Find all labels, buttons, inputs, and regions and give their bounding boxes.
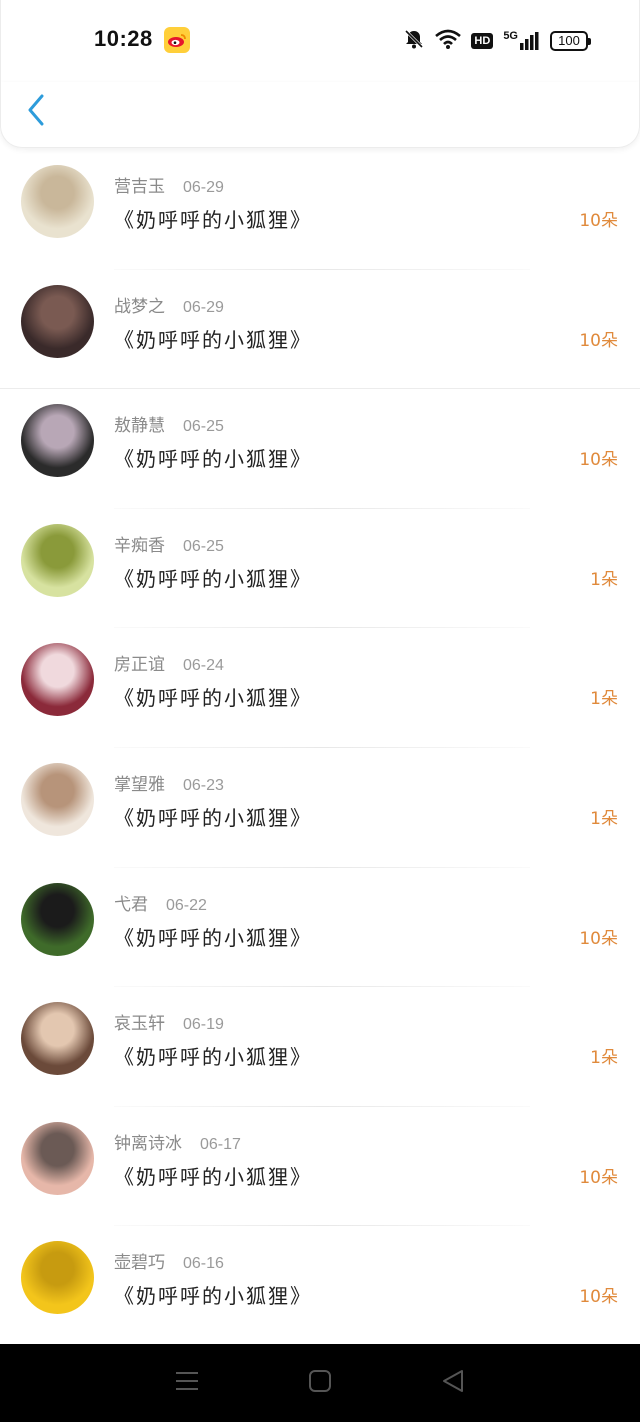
hd-badge: HD bbox=[471, 33, 494, 49]
gift-title: 《奶呼呼的小狐狸》 bbox=[114, 686, 312, 711]
name-date-line: 弋君 06-22 bbox=[114, 890, 207, 915]
list-item[interactable]: 钟离诗冰 06-17 《奶呼呼的小狐狸》 10朵 bbox=[0, 1107, 640, 1227]
page-header bbox=[0, 82, 640, 148]
name-date-line: 战梦之 06-29 bbox=[114, 292, 224, 317]
avatar[interactable] bbox=[21, 882, 94, 956]
back-button[interactable] bbox=[18, 92, 54, 132]
flower-count: 10朵 bbox=[579, 330, 618, 351]
gift-title: 《奶呼呼的小狐狸》 bbox=[114, 447, 312, 472]
user-name: 战梦之 bbox=[114, 296, 165, 317]
list-item[interactable]: 弋君 06-22 《奶呼呼的小狐狸》 10朵 bbox=[0, 868, 640, 988]
user-name: 房正谊 bbox=[114, 655, 165, 676]
gift-title: 《奶呼呼的小狐狸》 bbox=[114, 208, 312, 232]
name-date-line: 辛痴香 06-25 bbox=[114, 531, 224, 556]
battery-indicator: 100 bbox=[550, 31, 591, 51]
flower-count: 1朵 bbox=[590, 569, 618, 590]
avatar[interactable] bbox=[21, 404, 94, 478]
gift-date: 06-17 bbox=[200, 1135, 241, 1153]
user-name: 钟离诗冰 bbox=[114, 1133, 182, 1154]
gift-title: 《奶呼呼的小狐狸》 bbox=[114, 566, 312, 591]
gift-date: 06-16 bbox=[183, 1255, 224, 1273]
list-item[interactable]: 哀玉轩 06-19 《奶呼呼的小狐狸》 1朵 bbox=[0, 987, 640, 1107]
name-date-line: 营吉玉 06-29 bbox=[114, 172, 224, 197]
user-name: 掌望雅 bbox=[114, 774, 165, 795]
weibo-icon bbox=[164, 27, 190, 53]
gift-title: 《奶呼呼的小狐狸》 bbox=[114, 1045, 312, 1070]
gift-title: 《奶呼呼的小狐狸》 bbox=[114, 327, 312, 352]
user-name: 敖静慧 bbox=[114, 416, 165, 437]
flower-count: 10朵 bbox=[579, 1167, 618, 1188]
gift-date: 06-23 bbox=[183, 776, 224, 794]
name-date-line: 房正谊 06-24 bbox=[114, 650, 224, 675]
wifi-icon bbox=[435, 29, 462, 53]
avatar[interactable] bbox=[21, 643, 94, 717]
gift-date: 06-19 bbox=[183, 1016, 224, 1034]
status-time: 10:28 bbox=[94, 26, 153, 51]
list-item[interactable]: 掌望雅 06-23 《奶呼呼的小狐狸》 1朵 bbox=[0, 748, 640, 868]
flower-count: 10朵 bbox=[579, 211, 618, 231]
name-date-line: 掌望雅 06-23 bbox=[114, 770, 224, 795]
avatar[interactable] bbox=[21, 762, 94, 836]
list-item[interactable]: 房正谊 06-24 《奶呼呼的小狐狸》 1朵 bbox=[0, 628, 640, 748]
avatar[interactable] bbox=[21, 165, 94, 238]
name-date-line: 敖静慧 06-25 bbox=[114, 411, 224, 436]
user-name: 壶碧巧 bbox=[114, 1253, 165, 1274]
avatar[interactable] bbox=[21, 284, 94, 358]
list-item[interactable]: 辛痴香 06-25 《奶呼呼的小狐狸》 1朵 bbox=[0, 509, 640, 629]
list-item[interactable]: 营吉玉 06-29 《奶呼呼的小狐狸》 10朵 bbox=[0, 150, 640, 270]
name-date-line: 哀玉轩 06-19 bbox=[114, 1009, 224, 1034]
gift-date: 06-25 bbox=[183, 537, 224, 555]
flower-count: 10朵 bbox=[579, 928, 618, 949]
gift-date: 06-29 bbox=[183, 298, 224, 316]
back-triangle-icon[interactable] bbox=[440, 1369, 466, 1397]
flower-count: 1朵 bbox=[590, 808, 618, 829]
gift-title: 《奶呼呼的小狐狸》 bbox=[114, 1164, 312, 1189]
gift-date: 06-25 bbox=[183, 418, 224, 436]
gift-date: 06-22 bbox=[166, 896, 207, 914]
gift-record-list: 营吉玉 06-29 《奶呼呼的小狐狸》 10朵 战梦之 06-29 《奶呼呼的小狐狸》 10朵… bbox=[0, 150, 640, 1346]
home-icon[interactable] bbox=[308, 1369, 332, 1397]
list-item[interactable]: 敖静慧 06-25 《奶呼呼的小狐狸》 10朵 bbox=[0, 389, 640, 509]
status-icons: HD 5G 100 bbox=[403, 28, 591, 54]
flower-count: 1朵 bbox=[590, 689, 618, 710]
gift-title: 《奶呼呼的小狐狸》 bbox=[114, 805, 312, 830]
chevron-left-icon bbox=[26, 94, 46, 130]
gift-title: 《奶呼呼的小狐狸》 bbox=[114, 1284, 312, 1309]
list-item[interactable]: 战梦之 06-29 《奶呼呼的小狐狸》 10朵 bbox=[0, 270, 640, 390]
system-nav-bar bbox=[0, 1344, 640, 1422]
avatar[interactable] bbox=[21, 1241, 94, 1315]
mute-bell-icon bbox=[403, 28, 425, 54]
flower-count: 10朵 bbox=[579, 450, 618, 471]
avatar[interactable] bbox=[21, 523, 94, 597]
flower-count: 1朵 bbox=[590, 1048, 618, 1069]
name-date-line: 壶碧巧 06-16 bbox=[114, 1248, 224, 1273]
menu-icon[interactable] bbox=[174, 1369, 200, 1397]
user-name: 营吉玉 bbox=[114, 177, 165, 197]
gift-date: 06-29 bbox=[183, 179, 224, 196]
avatar[interactable] bbox=[21, 1002, 94, 1076]
list-item[interactable]: 壶碧巧 06-16 《奶呼呼的小狐狸》 10朵 bbox=[0, 1226, 640, 1346]
user-name: 辛痴香 bbox=[114, 535, 165, 556]
flower-count: 10朵 bbox=[579, 1287, 618, 1308]
name-date-line: 钟离诗冰 06-17 bbox=[114, 1129, 241, 1154]
user-name: 弋君 bbox=[114, 894, 148, 915]
network-type: 5G bbox=[503, 30, 518, 42]
gift-title: 《奶呼呼的小狐狸》 bbox=[114, 925, 312, 950]
user-name: 哀玉轩 bbox=[114, 1014, 165, 1035]
status-bar: 10:28 HD 5G 100 bbox=[0, 0, 640, 82]
signal-icon: 5G bbox=[503, 30, 540, 50]
avatar[interactable] bbox=[21, 1121, 94, 1195]
gift-date: 06-24 bbox=[183, 657, 224, 675]
